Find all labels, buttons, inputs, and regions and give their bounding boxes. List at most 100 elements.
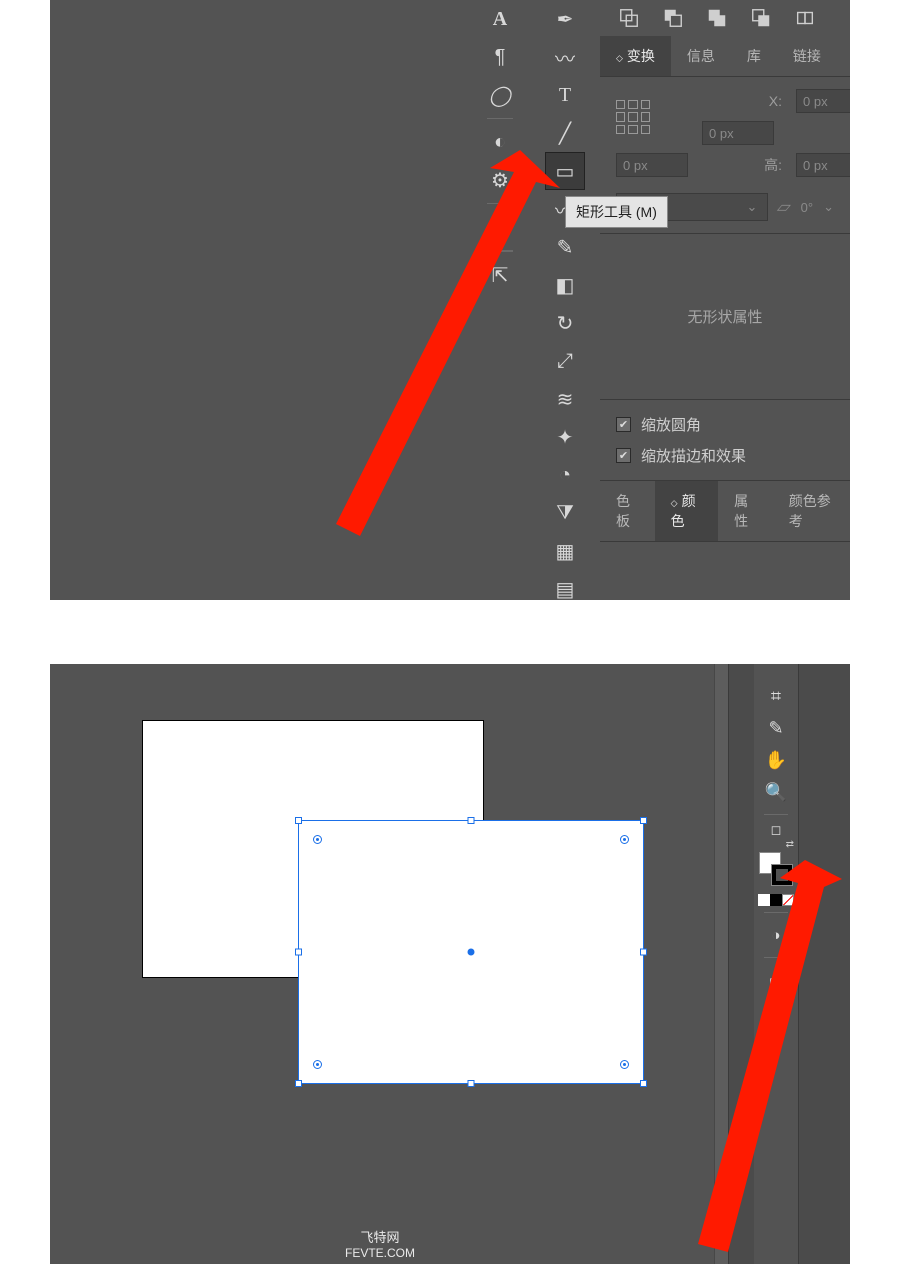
intersect-icon[interactable] — [706, 7, 728, 29]
tab-library[interactable]: 库 — [731, 36, 777, 76]
eraser-tool-icon[interactable]: ◧ — [545, 266, 585, 304]
rectangle-tool-icon[interactable]: ▭ — [545, 152, 585, 190]
x-label: X: — [702, 93, 782, 109]
screen-mode-icon[interactable]: ▭ — [758, 964, 794, 996]
export-icon[interactable]: ⇱ — [480, 256, 520, 294]
rectangle-tool-tooltip: 矩形工具 (M) — [565, 196, 668, 228]
resize-handle[interactable] — [295, 817, 302, 824]
scale-strokes-label: 缩放描边和效果 — [641, 445, 746, 466]
crop-tool-icon[interactable]: ⌗ — [758, 680, 794, 712]
resize-handle[interactable] — [295, 1080, 302, 1087]
tab-label: 变换 — [627, 48, 655, 64]
reference-point-grid[interactable] — [616, 100, 650, 134]
watermark-line2: FEVTE.COM — [50, 1246, 710, 1260]
pen-tool-icon[interactable]: ✒ — [545, 0, 585, 38]
corner-radius-widget[interactable] — [313, 1060, 322, 1069]
chevron-down-icon: ⌄ — [746, 199, 757, 215]
corner-radius-widget[interactable] — [620, 835, 629, 844]
resize-handle[interactable] — [468, 817, 475, 824]
type-tool-icon[interactable]: A — [480, 0, 520, 38]
angle-value: 0° — [801, 200, 813, 215]
stroke-swatch[interactable] — [771, 864, 793, 886]
type-tool-icon[interactable]: T — [545, 76, 585, 114]
color-mode-none-icon[interactable] — [782, 894, 794, 906]
tab-swatches[interactable]: 色板 — [600, 481, 655, 541]
3d-icon[interactable]: ◐ — [480, 123, 520, 161]
draw-mode-icon[interactable]: ◑ — [758, 919, 794, 951]
selection-bounding-box[interactable] — [298, 820, 644, 1084]
panel-divider — [728, 664, 754, 1264]
no-shape-properties-message: 无形状属性 — [600, 233, 850, 400]
rotate-tool-icon[interactable]: ↻ — [545, 304, 585, 342]
gradient-tool-icon[interactable]: ▤ — [545, 570, 585, 600]
checkbox-checked-icon[interactable]: ✔ — [616, 417, 631, 432]
checkbox-checked-icon[interactable]: ✔ — [616, 448, 631, 463]
perspective-tool-icon[interactable]: ⧩ — [545, 494, 585, 532]
tab-color[interactable]: ◇颜色 — [655, 481, 718, 541]
exclude-icon[interactable] — [750, 7, 772, 29]
left-tool-column: A ¶ ◯ ◐ ⚙ ▶ ⇱ — [480, 0, 520, 294]
fill-stroke-swatches[interactable] — [759, 852, 793, 886]
color-quick-row — [758, 894, 794, 906]
scale-tool-icon[interactable]: ⤢ — [545, 342, 585, 380]
scale-corners-row[interactable]: ✔ 缩放圆角 — [616, 414, 834, 435]
tab-attributes[interactable]: 属性 — [718, 481, 773, 541]
pin-tool-icon[interactable]: ✦ — [545, 418, 585, 456]
hand-tool-icon[interactable]: ✋ — [758, 744, 794, 776]
height-input[interactable] — [796, 153, 850, 177]
pathfinder-row — [600, 0, 850, 36]
resize-handle[interactable] — [640, 1080, 647, 1087]
mesh-tool-icon[interactable]: ▦ — [545, 532, 585, 570]
canvas-area[interactable] — [50, 0, 470, 600]
unite-icon[interactable] — [618, 7, 640, 29]
color-tabbar: 色板 ◇颜色 属性 颜色参考 — [600, 480, 850, 542]
width-tool-icon[interactable]: ≋ — [545, 380, 585, 418]
default-fill-stroke-icon[interactable]: ◻ — [758, 821, 794, 839]
scale-corners-label: 缩放圆角 — [641, 414, 701, 435]
scale-strokes-row[interactable]: ✔ 缩放描边和效果 — [616, 445, 834, 466]
collapsed-panels-strip[interactable] — [798, 664, 850, 1264]
resize-handle[interactable] — [295, 949, 302, 956]
paragraph-icon[interactable]: ¶ — [480, 38, 520, 76]
chevron-down-icon[interactable]: ⌄ — [823, 199, 834, 215]
corner-radius-widget[interactable] — [313, 835, 322, 844]
ellipse-tool-icon[interactable]: ◯ — [480, 76, 520, 114]
tab-info[interactable]: 信息 — [671, 36, 731, 76]
gears-icon[interactable]: ⚙ — [480, 161, 520, 199]
color-mode-gradient-icon[interactable] — [770, 894, 782, 906]
transform-tabbar: ◇变换 信息 库 链接 — [600, 36, 850, 77]
pencil-tool-icon[interactable]: ✎ — [545, 228, 585, 266]
minus-front-icon[interactable] — [662, 7, 684, 29]
y-input[interactable] — [616, 153, 688, 177]
x-input[interactable] — [796, 89, 850, 113]
right-tool-column: ✒ 〰 T ╱ ▭ 〰 ✎ ◧ ↻ ⤢ ≋ ✦ ◔ ⧩ ▦ ▤ — [545, 0, 585, 600]
watermark-line1: 飞特网 — [50, 1227, 710, 1246]
height-label: 高: — [702, 155, 782, 175]
width-input[interactable] — [702, 121, 774, 145]
zoom-tool-icon[interactable]: 🔍 — [758, 776, 794, 808]
color-mode-solid-icon[interactable] — [758, 894, 770, 906]
properties-panel: ◇变换 信息 库 链接 X: 宽: Y: 高: ⌄ ▱ 0° ⌄ — [600, 0, 850, 600]
eyedropper-tool-icon[interactable]: ✎ — [758, 712, 794, 744]
line-tool-icon[interactable]: ╱ — [545, 114, 585, 152]
screenshot-1: A ¶ ◯ ◐ ⚙ ▶ ⇱ ✒ 〰 T ╱ ▭ 〰 ✎ ◧ ↻ ⤢ ≋ ✦ ◔ … — [50, 0, 850, 600]
shape-builder-tool-icon[interactable]: ◔ — [545, 456, 585, 494]
vertical-scrollbar[interactable] — [714, 664, 728, 1264]
resize-handle[interactable] — [468, 1080, 475, 1087]
transform-grid: X: 宽: Y: 高: — [600, 77, 850, 189]
tab-transform[interactable]: ◇变换 — [600, 36, 671, 76]
resize-handle[interactable] — [640, 949, 647, 956]
divide-icon[interactable] — [794, 7, 816, 29]
tab-links[interactable]: 链接 — [777, 36, 837, 76]
tab-color-guide[interactable]: 颜色参考 — [773, 481, 850, 541]
resize-handle[interactable] — [640, 817, 647, 824]
corner-radius-widget[interactable] — [620, 1060, 629, 1069]
play-icon[interactable]: ▶ — [480, 208, 520, 246]
toolbar: ⌗ ✎ ✋ 🔍 ◻ ⇄ ◑ ▭ — [754, 664, 798, 1264]
watermark: 飞特网 FEVTE.COM — [50, 1227, 710, 1260]
selection-center-icon[interactable] — [468, 949, 475, 956]
shear-icon: ▱ — [775, 197, 794, 217]
swap-fill-stroke-icon[interactable]: ⇄ — [786, 839, 794, 850]
transform-checks: ✔ 缩放圆角 ✔ 缩放描边和效果 — [600, 400, 850, 480]
curvature-tool-icon[interactable]: 〰 — [545, 38, 585, 76]
